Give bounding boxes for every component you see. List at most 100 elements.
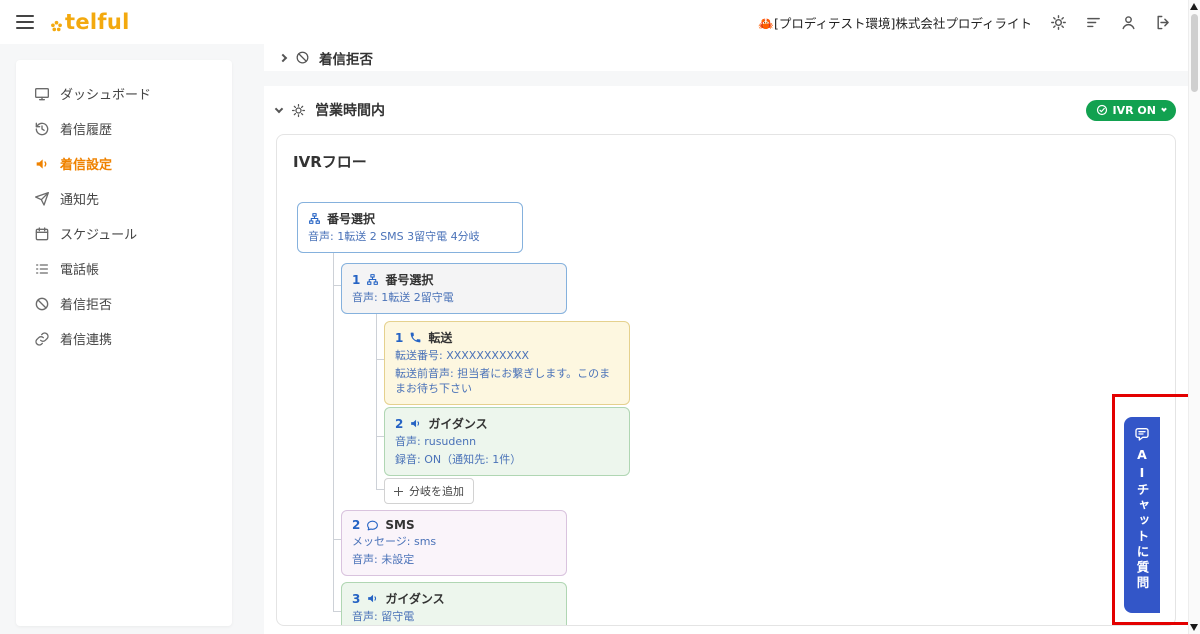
history-icon bbox=[34, 121, 50, 137]
sidebar-item-label: 着信履歴 bbox=[60, 119, 112, 138]
node-detail: 転送前音声: 担当者にお繋ぎします。このままお待ち下さい bbox=[395, 367, 619, 397]
node-title: SMS bbox=[385, 518, 414, 532]
node-title-row: 2 SMS bbox=[352, 518, 556, 532]
tree-connector bbox=[376, 489, 384, 490]
tree-connector bbox=[333, 285, 341, 286]
ai-chat-button[interactable]: AIチャットに質問 bbox=[1124, 417, 1160, 613]
section-call-reject[interactable]: 着信拒否 bbox=[264, 44, 1188, 71]
node-number: 2 bbox=[352, 518, 360, 532]
sidebar: ダッシュボード 着信履歴 着信設定 通知先 スケジュール 電話帳 着信拒否 着信… bbox=[16, 60, 232, 626]
sidebar-item-call-settings[interactable]: 着信設定 bbox=[16, 146, 232, 181]
tree-connector bbox=[376, 359, 384, 360]
dashboard-icon bbox=[34, 86, 50, 102]
ivr-node-transfer[interactable]: 1 転送 転送番号: XXXXXXXXXXX 転送前音声: 担当者にお繋ぎします… bbox=[384, 321, 630, 405]
node-title-row: 2 ガイダンス bbox=[395, 415, 619, 432]
tree-connector bbox=[376, 436, 384, 437]
speaker-icon bbox=[34, 156, 50, 172]
node-detail: 転送番号: XXXXXXXXXXX bbox=[395, 349, 619, 364]
sidebar-item-label: ダッシュボード bbox=[60, 84, 151, 103]
sidebar-item-dashboard[interactable]: ダッシュボード bbox=[16, 76, 232, 111]
logout-icon[interactable] bbox=[1155, 14, 1172, 31]
speaker-icon bbox=[409, 417, 422, 430]
phone-icon bbox=[409, 331, 422, 344]
ivr-on-badge[interactable]: IVR ON bbox=[1086, 100, 1176, 121]
node-title: ガイダンス bbox=[428, 415, 487, 432]
scroll-down-arrow-icon[interactable] bbox=[1190, 624, 1198, 631]
node-title-row: 番号選択 bbox=[308, 210, 512, 227]
chevron-right-icon bbox=[279, 53, 287, 61]
section-business-hours: 営業時間内 IVR ON IVRフロー 番号選択 音声: 1転送 2 SMS 3… bbox=[264, 86, 1188, 634]
list-icon[interactable] bbox=[1085, 14, 1102, 31]
calendar-icon bbox=[34, 226, 50, 242]
add-branch-button[interactable]: 分岐を追加 bbox=[384, 478, 474, 504]
sidebar-item-label: 着信連携 bbox=[60, 329, 112, 348]
sidebar-item-schedule[interactable]: スケジュール bbox=[16, 216, 232, 251]
sidebar-item-call-reject[interactable]: 着信拒否 bbox=[16, 286, 232, 321]
node-detail: 音声: rusudenn bbox=[395, 435, 619, 450]
section-title: 着信拒否 bbox=[319, 48, 373, 68]
speaker-icon bbox=[366, 592, 379, 605]
sidebar-item-notify[interactable]: 通知先 bbox=[16, 181, 232, 216]
ivr-node-number-select-1[interactable]: 1 番号選択 音声: 1転送 2留守電 bbox=[341, 263, 567, 314]
phonebook-icon bbox=[34, 261, 50, 277]
ivr-node-sms[interactable]: 2 SMS メッセージ: sms 音声: 未設定 bbox=[341, 510, 567, 576]
sidebar-item-phonebook[interactable]: 電話帳 bbox=[16, 251, 232, 286]
node-detail: 音声: 1転送 2留守電 bbox=[352, 291, 556, 306]
ivr-node-guidance-1[interactable]: 2 ガイダンス 音声: rusudenn 録音: ON（通知先: 1件） bbox=[384, 407, 630, 476]
chat-bubble-icon bbox=[366, 519, 379, 532]
scroll-up-arrow-icon[interactable] bbox=[1190, 3, 1198, 10]
sidebar-item-label: スケジュール bbox=[60, 224, 137, 243]
chevron-down-icon bbox=[275, 104, 283, 112]
tree-connector bbox=[376, 307, 377, 489]
node-title-row: 3 ガイダンス bbox=[352, 590, 556, 607]
ivr-card-title: IVRフロー bbox=[293, 151, 367, 172]
sitemap-icon bbox=[366, 273, 379, 286]
app-logo[interactable]: telful bbox=[50, 12, 130, 33]
node-title: 番号選択 bbox=[385, 271, 433, 288]
ban-icon bbox=[295, 50, 310, 65]
sidebar-item-call-history[interactable]: 着信履歴 bbox=[16, 111, 232, 146]
brightness-icon[interactable] bbox=[1050, 14, 1067, 31]
logo-flower-icon bbox=[50, 20, 63, 33]
node-title: 転送 bbox=[428, 329, 452, 346]
ivr-node-number-select-root[interactable]: 番号選択 音声: 1転送 2 SMS 3留守電 4分岐 bbox=[297, 202, 523, 253]
logo-text: telful bbox=[65, 12, 130, 33]
sidebar-item-call-link[interactable]: 着信連携 bbox=[16, 321, 232, 356]
sidebar-item-label: 着信拒否 bbox=[60, 294, 112, 313]
send-icon bbox=[34, 191, 50, 207]
chat-bubble-icon bbox=[1134, 426, 1150, 442]
section-title: 営業時間内 bbox=[315, 100, 385, 120]
tree-connector bbox=[333, 611, 341, 612]
chevron-down-icon bbox=[1161, 106, 1167, 112]
node-title: ガイダンス bbox=[385, 590, 444, 607]
node-title-row: 1 転送 bbox=[395, 329, 619, 346]
node-number: 1 bbox=[395, 331, 403, 345]
ban-icon bbox=[34, 296, 50, 312]
tree-connector bbox=[333, 539, 341, 540]
node-number: 3 bbox=[352, 592, 360, 606]
scrollbar-thumb[interactable] bbox=[1191, 14, 1198, 92]
add-branch-label: 分岐を追加 bbox=[409, 483, 464, 499]
node-number: 2 bbox=[395, 417, 403, 431]
section-header[interactable]: 営業時間内 IVR ON bbox=[276, 86, 1176, 134]
org-name: 🦀[プロディテスト環境]株式会社プロディライト bbox=[758, 13, 1032, 32]
node-detail: 音声: 1転送 2 SMS 3留守電 4分岐 bbox=[308, 230, 512, 245]
sidebar-item-label: 通知先 bbox=[60, 189, 99, 208]
node-title-row: 1 番号選択 bbox=[352, 271, 556, 288]
node-detail: メッセージ: sms bbox=[352, 535, 556, 550]
ai-chat-label: AIチャットに質問 bbox=[1133, 447, 1152, 592]
vertical-scrollbar[interactable] bbox=[1188, 0, 1200, 634]
check-circle-icon bbox=[1096, 104, 1108, 116]
sun-icon bbox=[291, 103, 306, 118]
sitemap-icon bbox=[308, 212, 321, 225]
topbar: telful 🦀[プロディテスト環境]株式会社プロディライト bbox=[0, 0, 1188, 44]
plus-icon bbox=[394, 487, 403, 496]
node-detail: 音声: 未設定 bbox=[352, 553, 556, 568]
ivr-flow-card: IVRフロー 番号選択 音声: 1転送 2 SMS 3留守電 4分岐 1 番号選… bbox=[276, 134, 1176, 626]
node-title: 番号選択 bbox=[327, 210, 375, 227]
sidebar-item-label: 電話帳 bbox=[60, 259, 99, 278]
user-icon[interactable] bbox=[1120, 14, 1137, 31]
menu-icon[interactable] bbox=[16, 15, 34, 29]
ivr-node-guidance-2[interactable]: 3 ガイダンス 音声: 留守電 録音: ON（通知先: 1件） bbox=[341, 582, 567, 626]
badge-label: IVR ON bbox=[1113, 104, 1156, 117]
